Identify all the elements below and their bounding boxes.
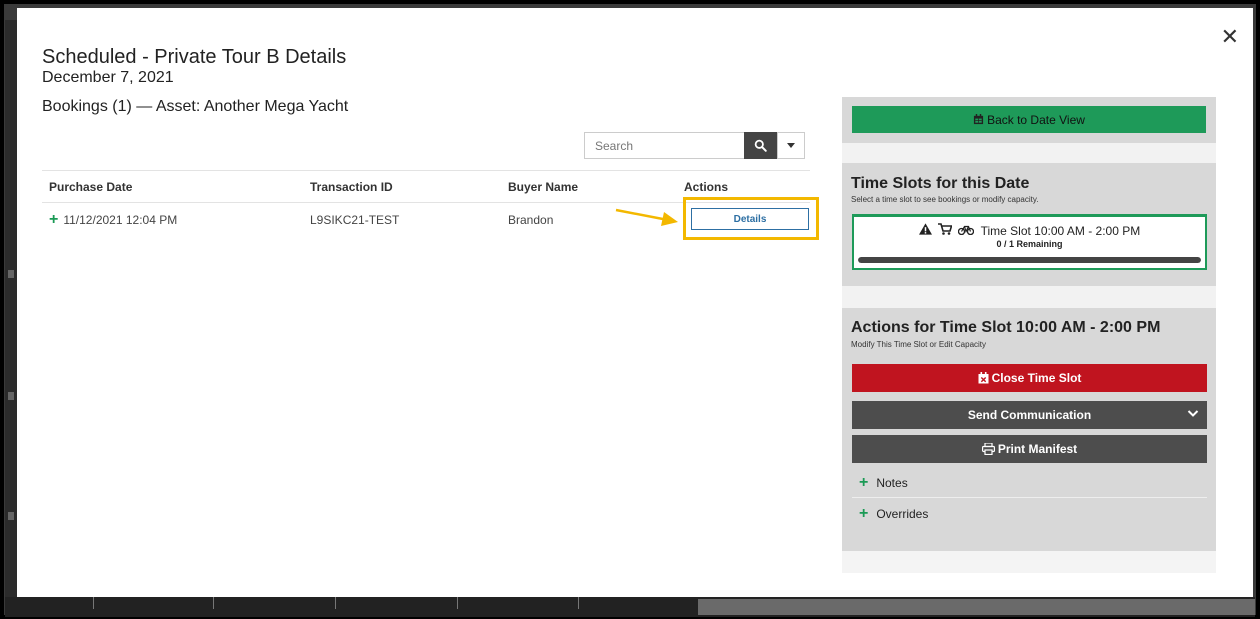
panel-divider (842, 143, 1216, 163)
background-light-area (698, 599, 1255, 615)
time-slot-line: Time Slot 10:00 AM - 2:00 PM (854, 223, 1205, 238)
back-to-date-view-label: Back to Date View (987, 112, 1085, 127)
capacity-progress-bar (858, 257, 1201, 263)
send-communication-button[interactable]: Send Communication (852, 401, 1207, 429)
background-tick (578, 597, 579, 609)
details-modal: ✕ Scheduled - Private Tour B Details Dec… (17, 8, 1253, 597)
warning-icon (918, 223, 932, 235)
send-communication-label: Send Communication (967, 408, 1092, 422)
cart-icon (938, 223, 953, 235)
time-slots-title: Time Slots for this Date (851, 175, 1030, 192)
time-slot-remaining: 0 / 1 Remaining (996, 239, 1063, 249)
column-header-purchase-date[interactable]: Purchase Date (42, 180, 310, 194)
capacity-progress-fill (858, 257, 1201, 263)
background-app-sidebar (5, 20, 17, 597)
search-input[interactable] (584, 132, 744, 159)
expand-row-icon[interactable]: + (49, 211, 58, 228)
back-to-date-view-button[interactable]: Back to Date View (852, 106, 1206, 133)
overrides-label: Overrides (876, 507, 929, 521)
details-button[interactable]: Details (691, 208, 809, 230)
background-tick (335, 597, 336, 609)
calendar-icon (973, 114, 984, 125)
time-slots-subtitle: Select a time slot to see bookings or mo… (851, 195, 1039, 204)
column-header-buyer-name[interactable]: Buyer Name (508, 180, 684, 194)
transaction-id-cell: L9SIKC21-TEST (310, 213, 400, 227)
panel-divider (842, 286, 1216, 308)
modal-date: December 7, 2021 (42, 69, 174, 86)
calendar-x-icon (978, 372, 989, 384)
purchase-date-cell: +11/12/2021 12:04 PM (42, 211, 310, 229)
column-header-transaction-id[interactable]: Transaction ID (310, 180, 508, 194)
bookings-heading: Bookings (1) — Asset: Another Mega Yacht (42, 98, 349, 115)
time-slot-card[interactable]: Time Slot 10:00 AM - 2:00 PM 0 / 1 Remai… (852, 214, 1207, 270)
background-mark (8, 392, 14, 400)
background-tick (93, 597, 94, 609)
print-manifest-button[interactable]: Print Manifest (852, 435, 1207, 463)
search-icon (754, 139, 767, 152)
actions-subtitle: Modify This Time Slot or Edit Capacity (851, 340, 987, 349)
search-button[interactable] (744, 132, 777, 159)
time-slot-label: Time Slot 10:00 AM - 2:00 PM (980, 224, 1141, 238)
background-mark (8, 270, 14, 278)
caret-down-icon (787, 143, 795, 148)
background-mark (8, 512, 14, 520)
actions-title: Actions for Time Slot 10:00 AM - 2:00 PM (851, 319, 1161, 336)
close-time-slot-label: Close Time Slot (991, 371, 1082, 385)
background-tick (213, 597, 214, 609)
bike-icon (958, 224, 975, 235)
column-header-actions: Actions (684, 179, 729, 194)
close-time-slot-button[interactable]: Close Time Slot (852, 364, 1207, 392)
notes-label: Notes (876, 476, 908, 490)
printer-icon (981, 443, 995, 455)
annotation-arrow-icon (615, 208, 678, 226)
notes-accordion[interactable]: + Notes (852, 469, 1207, 498)
background-app-strip (5, 597, 1255, 617)
search-options-dropdown[interactable] (777, 132, 805, 159)
print-manifest-label: Print Manifest (997, 442, 1078, 456)
search-group (584, 132, 805, 159)
modal-title: Scheduled - Private Tour B Details (42, 46, 347, 68)
overrides-accordion[interactable]: + Overrides (852, 500, 1207, 528)
chevron-down-icon (1187, 410, 1199, 417)
plus-icon: + (859, 505, 869, 522)
close-icon[interactable]: ✕ (1221, 26, 1239, 48)
plus-icon: + (859, 474, 869, 491)
background-tick (457, 597, 458, 609)
purchase-date-value: 11/12/2021 12:04 PM (63, 213, 178, 227)
panel-footer (842, 551, 1216, 573)
